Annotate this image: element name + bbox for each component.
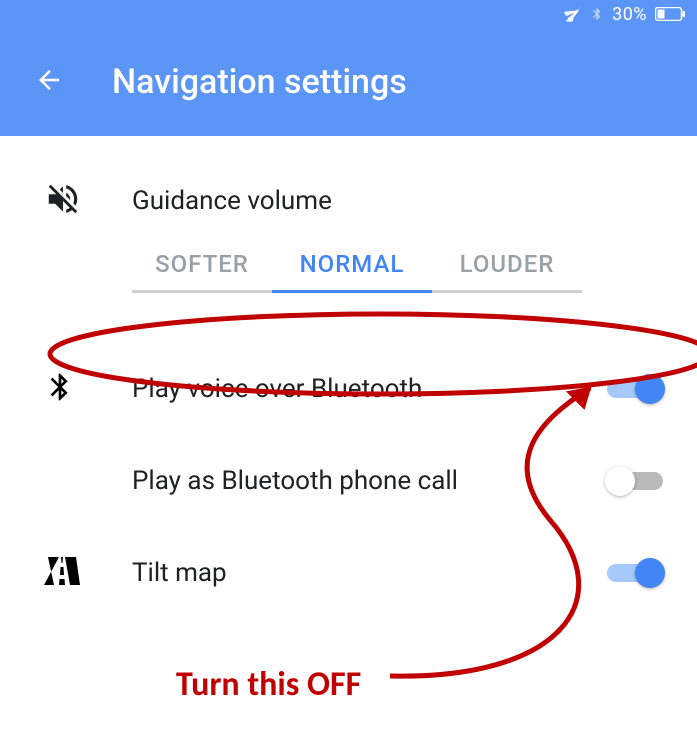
play-bluetooth-call-label: Play as Bluetooth phone call	[132, 466, 607, 496]
tilt-map-row: Tilt map	[0, 527, 697, 619]
volume-mute-icon	[44, 180, 82, 222]
tilt-map-toggle[interactable]	[607, 564, 663, 582]
tilt-map-label: Tilt map	[132, 558, 607, 588]
content: Guidance volume SOFTER NORMAL LOUDER Pla…	[0, 136, 697, 619]
battery-icon	[655, 7, 685, 21]
guidance-volume-label: Guidance volume	[132, 186, 663, 216]
road-icon	[44, 557, 80, 589]
location-icon	[564, 5, 582, 23]
play-voice-bluetooth-row: Play voice over Bluetooth	[0, 343, 697, 435]
back-button[interactable]	[34, 65, 64, 99]
bluetooth-status-icon	[590, 5, 604, 23]
page-title: Navigation settings	[112, 62, 407, 102]
volume-tabs: SOFTER NORMAL LOUDER	[132, 240, 697, 293]
status-bar: 30%	[0, 0, 697, 28]
play-bluetooth-call-row: Play as Bluetooth phone call	[0, 435, 697, 527]
tab-louder[interactable]: LOUDER	[432, 240, 582, 293]
play-voice-bluetooth-toggle[interactable]	[607, 380, 663, 398]
app-header: Navigation settings	[0, 28, 697, 136]
annotation-text: Turn this OFF	[176, 664, 361, 705]
bluetooth-icon	[44, 371, 76, 407]
guidance-volume-row: Guidance volume	[0, 180, 697, 222]
play-bluetooth-call-toggle[interactable]	[607, 472, 663, 490]
tab-softer[interactable]: SOFTER	[132, 240, 272, 293]
battery-percent: 30%	[612, 4, 647, 25]
tab-normal[interactable]: NORMAL	[272, 240, 432, 293]
play-voice-bluetooth-label: Play voice over Bluetooth	[132, 374, 607, 404]
